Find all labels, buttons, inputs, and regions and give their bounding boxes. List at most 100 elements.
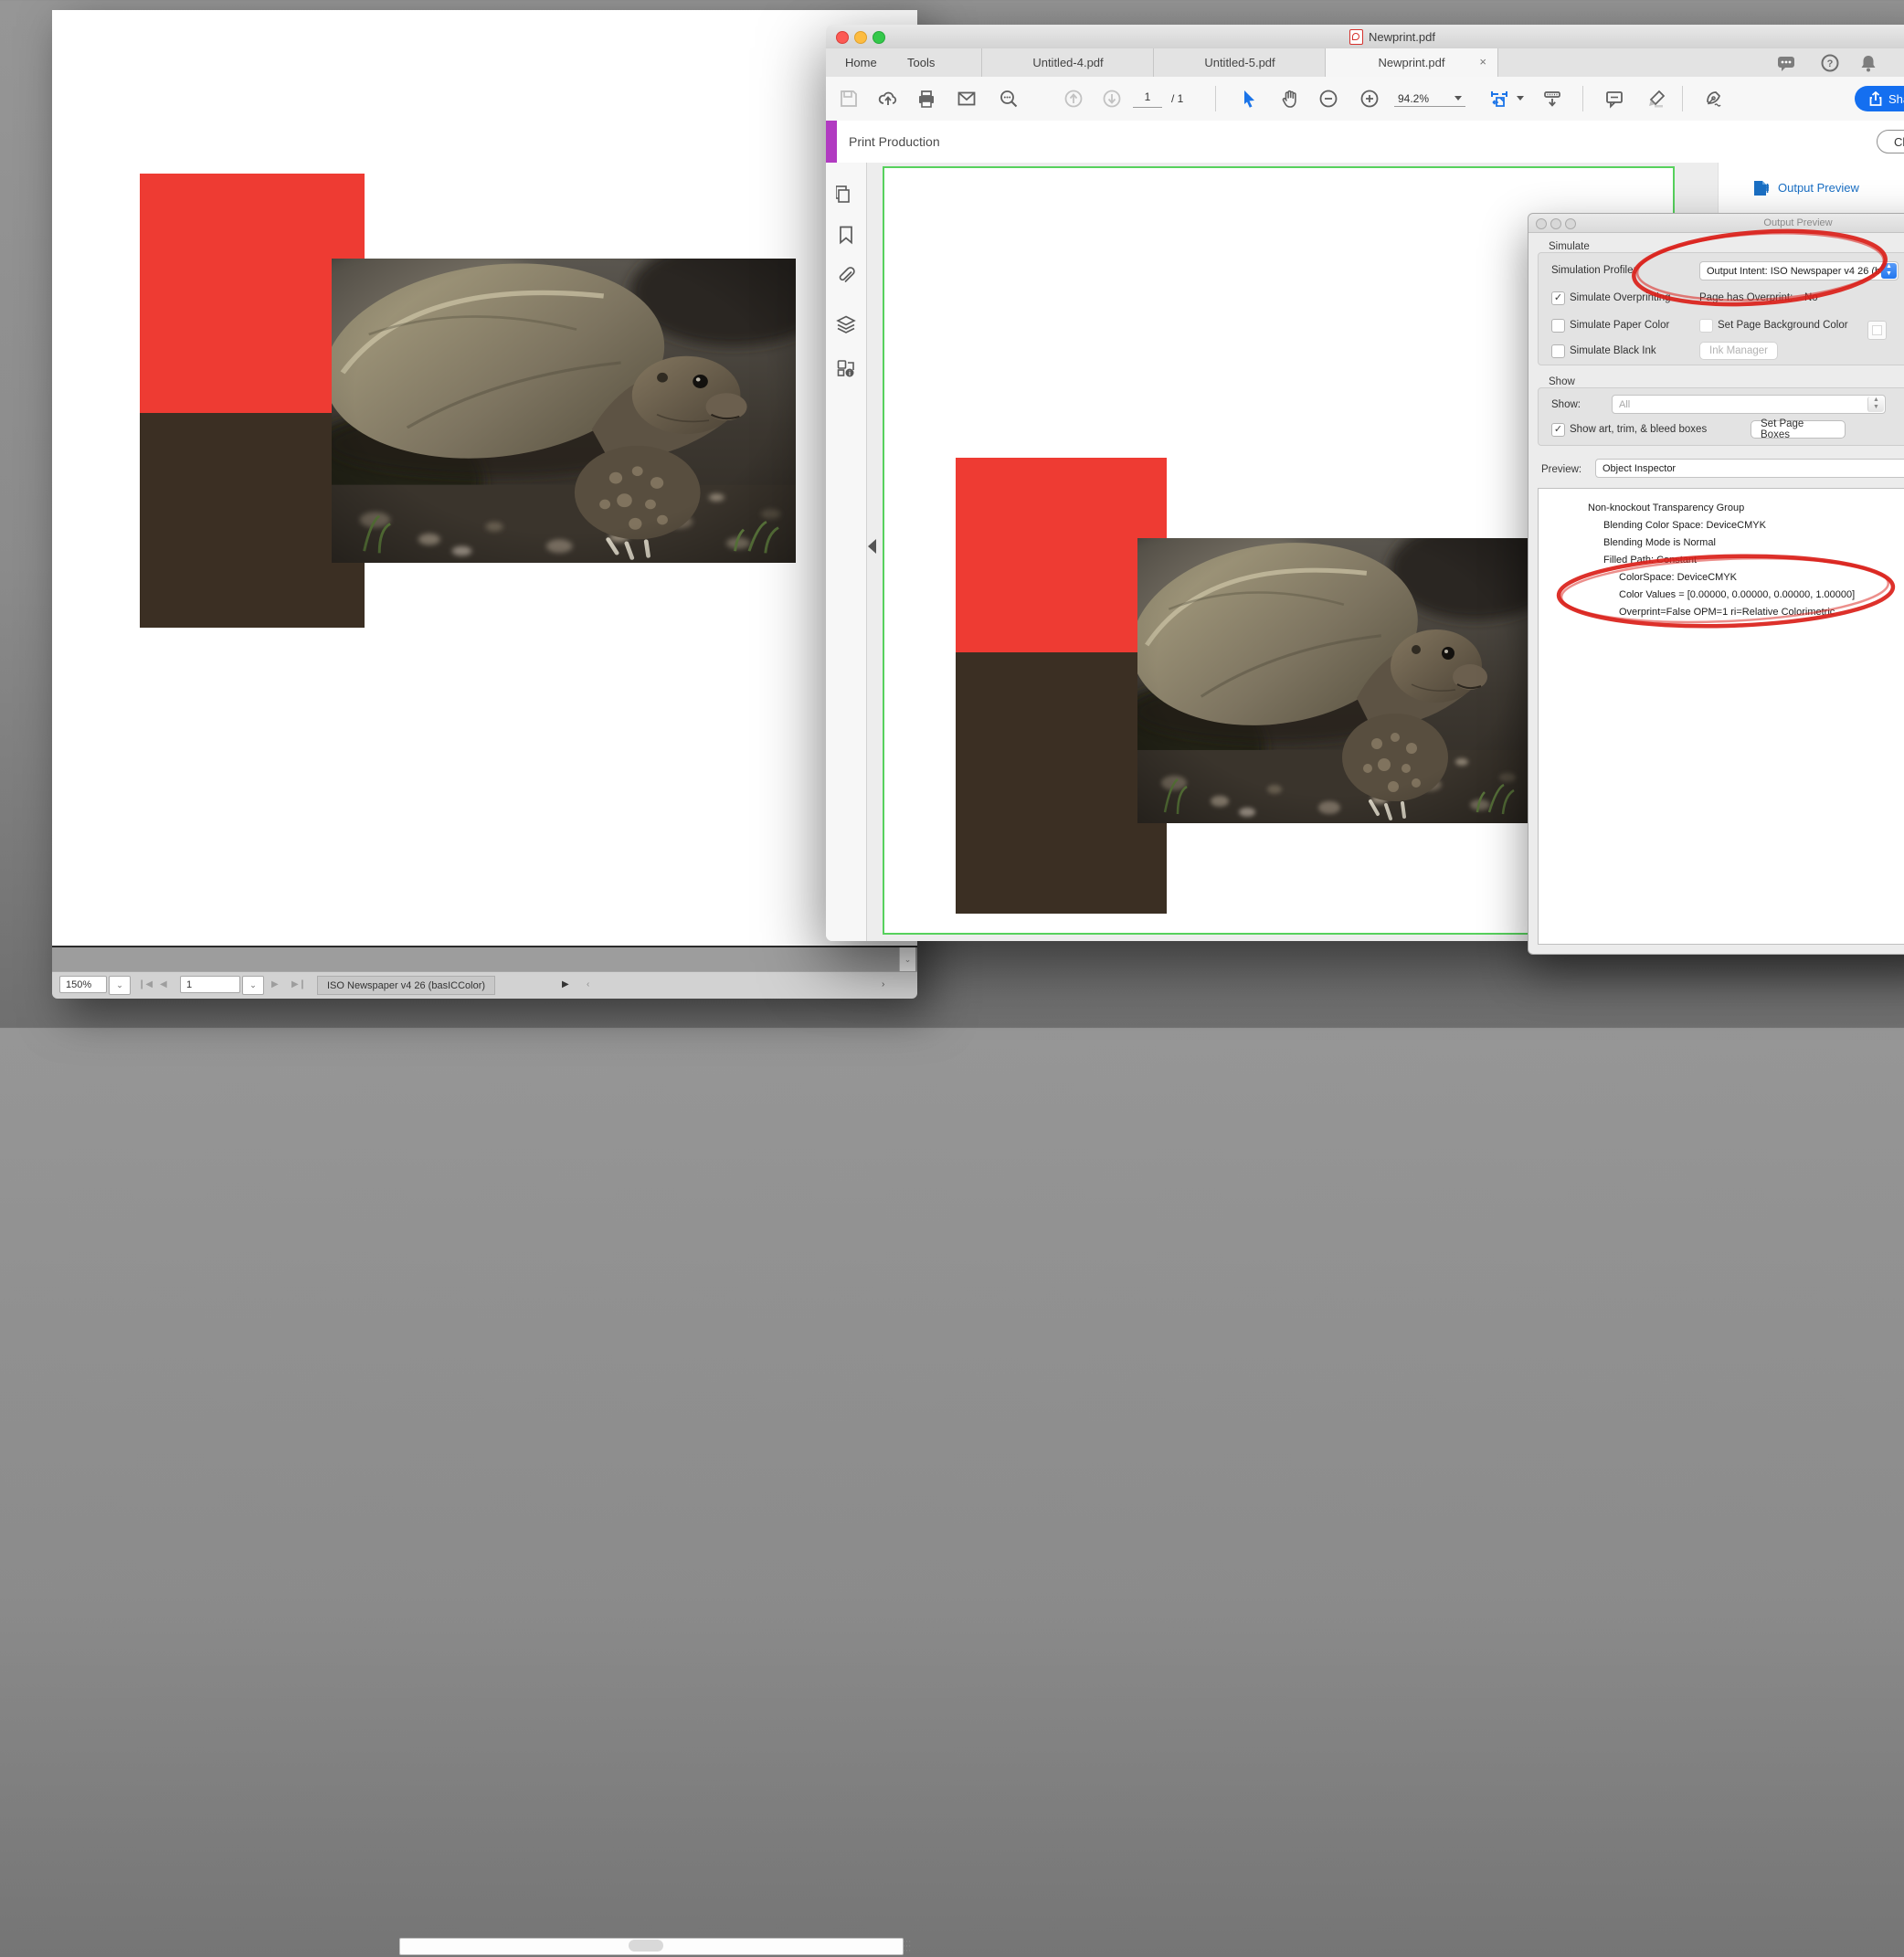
previous-page-button[interactable]: ◀ [160,979,167,989]
fit-width-icon[interactable] [1489,89,1509,109]
zoom-out-icon[interactable] [1318,89,1338,109]
last-page-button[interactable]: ▶❙ [291,979,306,989]
turtle-photo [332,259,796,563]
object-inspector-tree[interactable]: Non-knockout Transparency Group Blending… [1538,488,1904,945]
preview-mode-dropdown[interactable]: Object Inspector [1595,459,1904,478]
scrolling-mode-icon[interactable] [1542,89,1562,109]
output-preview-link[interactable]: Output Preview [1751,163,1859,213]
page-number-field[interactable]: 1 [180,976,240,993]
horizontal-scrollbar[interactable] [399,1938,904,1955]
window-resize-grip[interactable]: ∙∙∙∙∙∙∙∙∙ [899,1935,915,1957]
next-page-icon[interactable] [1102,89,1122,109]
fit-options-chevron-icon[interactable] [1517,96,1524,100]
share-button[interactable]: Share [1855,86,1904,111]
help-icon[interactable]: ? [1820,53,1840,73]
sidebar-collapse-handle[interactable] [868,539,876,554]
first-page-button[interactable]: ❙◀ [138,979,153,989]
close-tool-button[interactable]: Close [1877,130,1904,153]
svg-text:?: ? [1827,58,1834,69]
print-icon[interactable] [916,89,936,109]
hand-tool-icon[interactable] [1280,89,1300,109]
red-rectangle-artwork [956,458,1167,652]
vertical-scrollbar-end[interactable]: ⌄ [899,947,915,971]
select-cursor-icon[interactable] [1239,89,1259,109]
doc-tab-untitled-4[interactable]: Untitled-4.pdf [981,48,1154,77]
layers-icon[interactable] [836,314,856,334]
save-icon[interactable] [839,89,859,109]
zoom-percentage-field[interactable]: 94.2% [1394,90,1465,107]
dialog-close-button[interactable] [1536,218,1547,229]
simulation-profile-dropdown[interactable]: Output Intent: ISO Newspaper v4 26 (ba..… [1699,261,1899,280]
zoom-level-field[interactable]: 150% [59,976,107,993]
dialog-minimize-button[interactable] [1550,218,1561,229]
color-profile-indicator: ISO Newspaper v4 26 (basICColor) [317,976,495,995]
content-order-icon[interactable]: i [836,358,856,378]
profile-expand-arrow[interactable]: ▶ [562,979,569,989]
print-production-bar: Print Production Close [826,121,1904,164]
tree-item[interactable]: Blending Mode is Normal [1539,534,1904,552]
show-dropdown[interactable]: All ▲▼ [1612,395,1886,414]
set-page-boxes-button[interactable]: Set Page Boxes [1751,420,1846,439]
svg-text:i: i [849,371,851,377]
notifications-bell-icon[interactable] [1858,53,1878,73]
page-background-color-well[interactable] [1867,321,1887,340]
show-boxes-checkbox[interactable]: ✓ [1551,423,1565,437]
comment-icon[interactable] [1604,89,1624,109]
tab-bar: Home Tools Untitled-4.pdf Untitled-5.pdf… [826,48,1904,78]
share-icon [1869,91,1882,106]
search-icon[interactable] [999,89,1019,109]
show-boxes-label: Show art, trim, & bleed boxes [1570,424,1707,435]
tab-close-icon[interactable]: × [1479,56,1486,68]
attachments-icon[interactable] [836,267,856,287]
dialog-zoom-button[interactable] [1565,218,1576,229]
tree-item[interactable]: ColorSpace: DeviceCMYK [1539,569,1904,587]
tab-tools[interactable]: Tools [907,48,935,77]
fill-sign-icon[interactable] [1704,89,1724,109]
email-icon[interactable] [957,89,977,109]
tab-home[interactable]: Home [845,48,877,77]
feedback-bubble-icon[interactable] [1776,53,1796,73]
page-count-label: / 1 [1171,92,1183,105]
tree-item[interactable]: Filled Path: Constant [1539,552,1904,569]
page-has-overprint-label: Page has Overprint: [1699,292,1793,303]
title-bar: Newprint.pdf [826,25,1904,49]
dropdown-stepper-icon: ▲▼ [1881,263,1897,279]
set-page-background-checkbox[interactable] [1699,319,1713,333]
simulate-paper-color-checkbox[interactable] [1551,319,1565,333]
previous-page-icon[interactable] [1063,89,1084,109]
doc-tab-newprint-active[interactable]: Newprint.pdf × [1325,48,1498,77]
simulate-overprinting-checkbox[interactable]: ✓ [1551,291,1565,305]
tree-item[interactable]: Color Values = [0.00000, 0.00000, 0.0000… [1539,587,1904,604]
simulate-black-ink-label: Simulate Black Ink [1570,345,1656,356]
background-document-window: ⌄ 150% ⌄ ❙◀ ◀ 1 ⌄ ▶ ▶❙ ISO Newspaper v4 … [52,10,917,998]
page-thumbnails-icon[interactable] [836,185,856,205]
tree-item[interactable]: Overprint=False OPM=1 ri=Relative Colori… [1539,604,1904,621]
tree-item[interactable]: Non-knockout Transparency Group [1539,500,1904,517]
scroll-left-arrow[interactable]: ‹ [587,979,589,989]
dialog-title: Output Preview [1528,214,1904,232]
toolbar-divider [1215,86,1216,111]
cloud-upload-icon[interactable] [878,89,898,109]
toolbar-divider [1682,86,1683,111]
bookmarks-icon[interactable] [836,225,856,245]
main-toolbar: 1 / 1 94.2% Share [826,77,1904,122]
ink-manager-button[interactable]: Ink Manager [1699,342,1778,360]
page-number-dropdown[interactable]: ⌄ [242,976,264,995]
tool-accent-bar [826,121,837,163]
toolbar-divider [1582,86,1583,111]
dialog-title-bar: Output Preview [1528,214,1904,233]
set-page-background-label: Set Page Background Color [1718,320,1848,331]
simulate-black-ink-checkbox[interactable] [1551,344,1565,358]
next-page-button[interactable]: ▶ [271,979,279,989]
zoom-level-dropdown[interactable]: ⌄ [109,976,131,995]
highlight-icon[interactable] [1646,89,1666,109]
doc-tab-untitled-5[interactable]: Untitled-5.pdf [1153,48,1326,77]
scroll-right-arrow[interactable]: › [882,979,884,989]
tree-item[interactable]: Blending Color Space: DeviceCMYK [1539,517,1904,534]
page-number-input[interactable]: 1 [1133,90,1162,108]
navigation-sidebar: i [826,163,867,941]
horizontal-scrollbar-thumb[interactable] [629,1940,663,1952]
simulate-paper-color-label: Simulate Paper Color [1570,320,1669,331]
zoom-in-icon[interactable] [1359,89,1380,109]
pasteboard-strip [52,947,917,971]
